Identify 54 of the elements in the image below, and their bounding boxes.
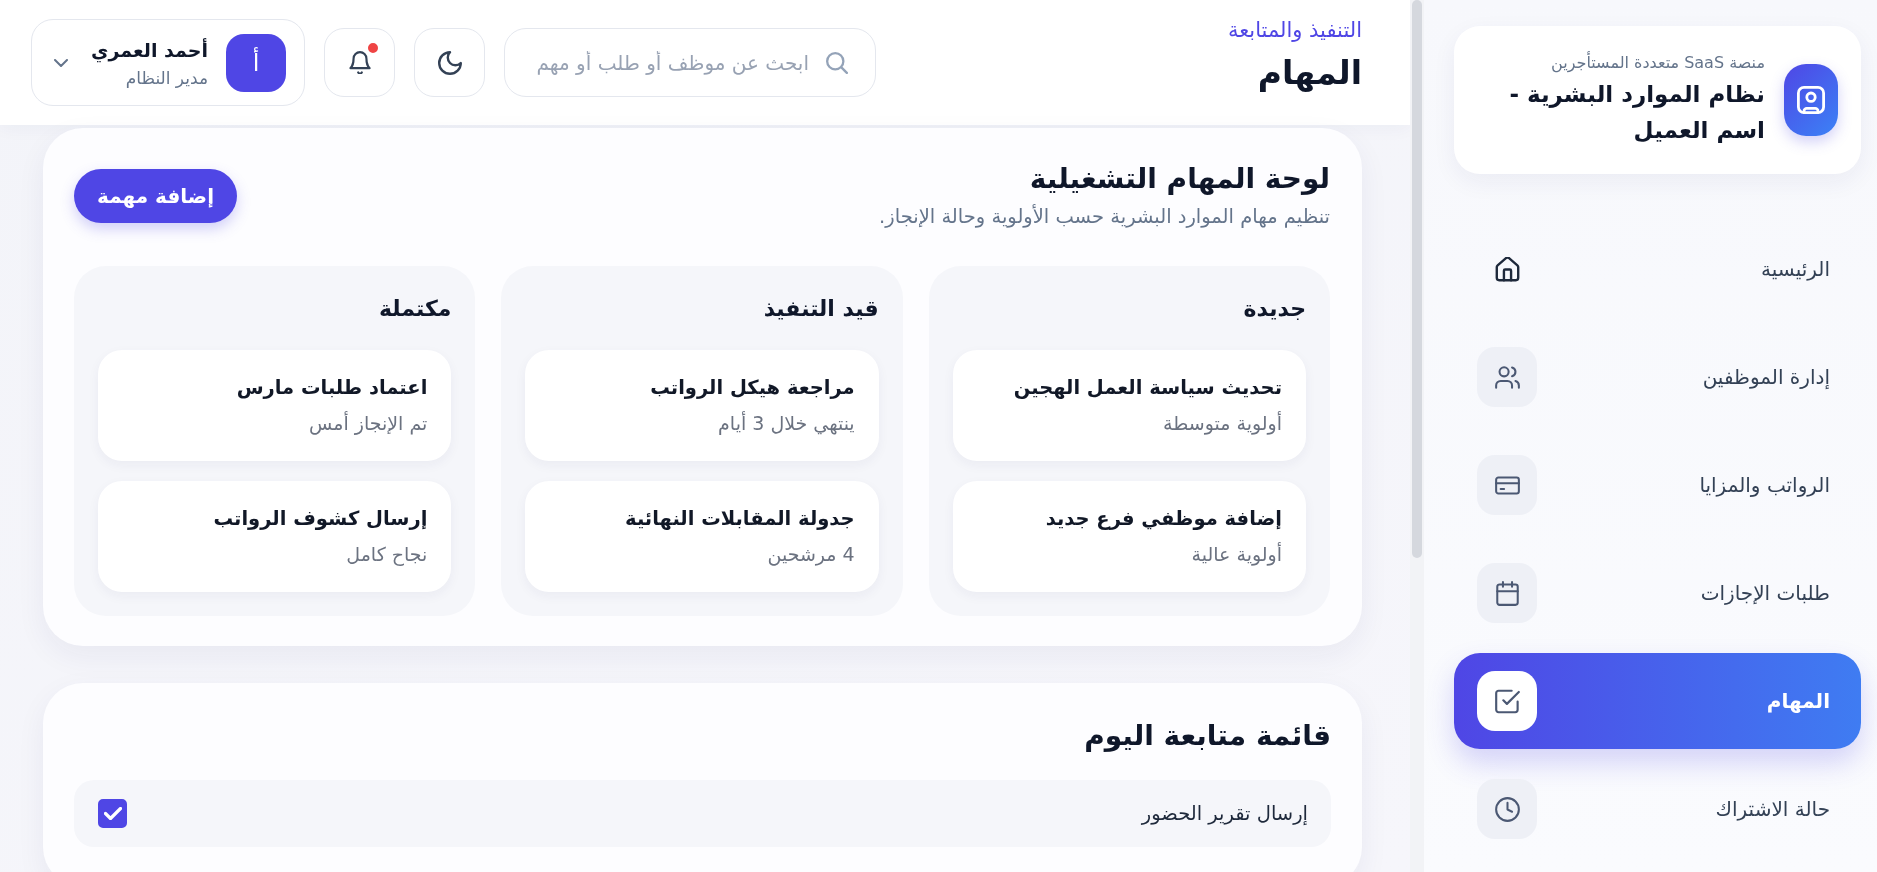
- sidebar-nav-item[interactable]: المهام: [1454, 653, 1861, 749]
- add-task-button[interactable]: إضافة مهمة: [74, 169, 237, 223]
- task-card[interactable]: مراجعة هيكل الرواتب ينتهي خلال 3 أيام: [525, 350, 879, 461]
- column-title: جديدة: [1242, 295, 1306, 323]
- user-role: مدير النظام: [124, 66, 208, 89]
- task-meta: نجاح كامل: [345, 542, 428, 567]
- sidebar-nav-item[interactable]: إدارة الموظفين: [1454, 329, 1861, 425]
- sidebar-nav-item[interactable]: طلبات الإجازات: [1454, 545, 1861, 641]
- checklist-label: إرسال تقرير الحضور: [1141, 802, 1308, 825]
- home-icon: [1494, 256, 1520, 282]
- theme-toggle-button[interactable]: [414, 28, 485, 97]
- task-meta: 4 مرشحين: [766, 542, 855, 567]
- checkmark-icon: [103, 807, 122, 820]
- sidebar-nav-item[interactable]: حالة الاشتراك: [1454, 761, 1861, 857]
- task-meta: أولوية عالية: [1190, 541, 1282, 567]
- task-title: جدولة المقابلات النهائية: [624, 506, 855, 532]
- board-title: لوحة المهام التشغيلية: [1028, 161, 1330, 197]
- task-title: مراجعة هيكل الرواتب: [649, 375, 855, 401]
- brand-title: نظام الموارد البشرية - اسم العميل: [1508, 80, 1765, 145]
- task-meta: ينتهي خلال 3 أيام: [717, 410, 855, 436]
- checklist-title: قائمة متابعة اليوم: [1083, 718, 1331, 754]
- task-card[interactable]: إرسال كشوف الرواتب نجاح كامل: [98, 481, 452, 592]
- user-avatar: أ: [226, 33, 286, 92]
- credit-card-icon: [1477, 455, 1537, 515]
- scrollbar-thumb[interactable]: [1412, 0, 1422, 558]
- task-card[interactable]: جدولة المقابلات النهائية 4 مرشحين: [525, 481, 879, 592]
- task-card[interactable]: تحديث سياسة العمل الهجين أولوية متوسطة: [952, 350, 1306, 461]
- checkbox[interactable]: [98, 799, 127, 828]
- chevron-down-icon: [54, 58, 68, 67]
- task-title: اعتماد طلبات مارس: [235, 375, 428, 401]
- task-card[interactable]: اعتماد طلبات مارس تم الإنجاز أمس: [98, 350, 452, 461]
- task-meta: أولوية متوسطة: [1162, 410, 1282, 436]
- board-subtitle: تنظيم مهام الموارد البشرية حسب الأولوية وحالة الإنجاز.: [879, 203, 1330, 230]
- page-title: المهام: [1256, 52, 1362, 94]
- clock-icon: [1477, 779, 1537, 839]
- users-icon: [1477, 347, 1537, 407]
- user-name: أحمد العمري: [91, 37, 208, 63]
- user-menu-button[interactable]: أ أحمد العمري مدير النظام: [31, 19, 305, 106]
- column-title: قيد التنفيذ: [762, 295, 879, 323]
- task-title: إضافة موظفي فرع جديد: [1044, 506, 1282, 532]
- sidebar-nav-item[interactable]: الرواتب والمزايا: [1454, 437, 1861, 533]
- task-title: تحديث سياسة العمل الهجين: [1012, 375, 1282, 401]
- task-card[interactable]: إضافة موظفي فرع جديد أولوية عالية: [952, 481, 1306, 592]
- search-icon: [826, 52, 848, 74]
- task-meta: تم الإنجاز أمس: [308, 410, 428, 436]
- calendar-icon: [1477, 563, 1537, 623]
- breadcrumb-text: التنفيذ والمتابعة: [1227, 17, 1362, 44]
- bell-icon: [348, 51, 371, 74]
- notifications-button[interactable]: [324, 28, 395, 97]
- column-title: مكتملة: [377, 295, 452, 323]
- task-title: إرسال كشوف الرواتب: [212, 506, 428, 532]
- moon-icon: [437, 50, 462, 75]
- sidebar-nav-item[interactable]: الرئيسية: [1454, 221, 1861, 317]
- brand-subtitle: منصة SaaS متعددة المستأجرين: [1550, 52, 1765, 74]
